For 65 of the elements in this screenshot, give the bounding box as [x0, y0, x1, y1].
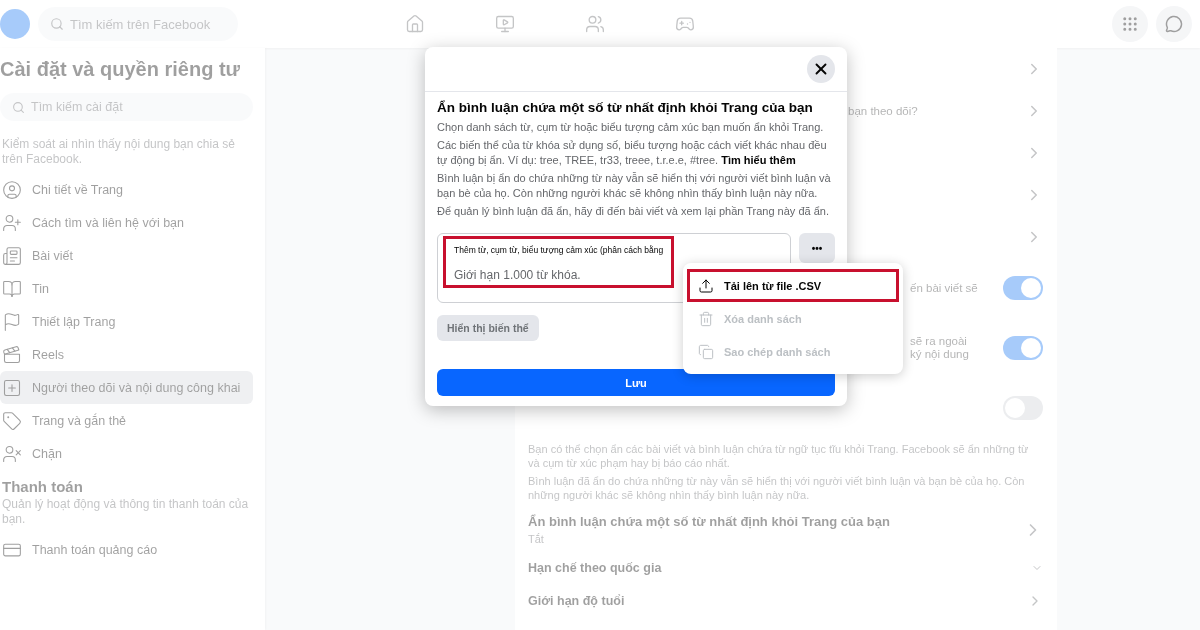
menu-item[interactable]: Tải lên từ file .CSV — [687, 269, 899, 302]
grid-icon — [1121, 15, 1139, 33]
item-icon — [2, 344, 22, 365]
settings-title: Cài đặt và quyền riêng tư — [0, 57, 242, 81]
item-label: Người theo dõi và nội dung công khai — [32, 380, 241, 395]
upload-icon — [698, 277, 714, 294]
search-icon — [12, 100, 25, 114]
dialog-paragraph: Để quản lý bình luận đã ẩn, hãy đi đến bài viết và xem lại phần Trang này đã ẩn. — [437, 204, 830, 219]
video-icon[interactable] — [495, 14, 515, 34]
sidebar-item[interactable]: Người theo dõi và nội dung công khai — [0, 371, 253, 404]
learn-more-link[interactable]: Tìm hiểu thêm — [721, 154, 796, 166]
item-label: Chặn — [32, 446, 62, 461]
item-icon — [2, 377, 22, 398]
sidebar-item[interactable]: Trang và gắn thẻ — [0, 404, 253, 437]
item-icon — [2, 410, 22, 431]
item-label: Thiết lập Trang — [32, 314, 116, 329]
more-button[interactable]: ••• — [799, 233, 835, 263]
item-label: Chi tiết về Trang — [32, 182, 123, 197]
item-label: Reels — [32, 347, 64, 362]
sidebar-item[interactable]: Tin — [0, 272, 253, 305]
item-icon — [2, 278, 22, 299]
sidebar-item[interactable]: Cách tìm và liên hệ với bạn — [0, 206, 253, 239]
item-icon — [2, 311, 22, 332]
sidebar-item[interactable]: Thiết lập Trang — [0, 305, 253, 338]
dialog-paragraph: Các biến thể của từ khóa sử dụng số, biểu tượng hoặc cách viết khác nhau đều tự động bị ẩn. Ví dụ: tree, TREE, tr33, treee, t.r.e.e, #tree. Tìm hiểu thêm — [437, 138, 828, 168]
dialog-paragraph: Bình luận bị ẩn do chứa những từ này vẫn sẽ hiển thị với người viết bình luận và bạn bè của họ. Còn những người khác sẽ không nhìn thấy bình luận này nữa. — [437, 171, 832, 201]
item-label: Tin — [32, 281, 49, 296]
sidebar-item[interactable]: Bài viết — [0, 239, 253, 272]
toggle-switch[interactable] — [1003, 276, 1043, 300]
item-icon — [2, 212, 22, 233]
item-label: Trang và gắn thẻ — [32, 413, 127, 428]
menu-button[interactable] — [1112, 6, 1148, 42]
item-icon — [2, 245, 22, 266]
sidebar-item[interactable]: Thanh toán quảng cáo — [0, 533, 253, 566]
sidebar-item[interactable]: Reels — [0, 338, 253, 371]
dialog-paragraph: Chọn danh sách từ, cụm từ hoặc biểu tượng cảm xúc bạn muốn ẩn khỏi Trang. — [437, 120, 825, 135]
close-button[interactable] — [807, 55, 835, 83]
item-icon — [2, 443, 22, 464]
section-description: Kiểm soát ai nhìn thấy nội dung bạn chia sẻ trên Facebook. — [1, 136, 236, 168]
setting-value: Tắt — [528, 533, 545, 545]
sidebar-item[interactable]: Chi tiết về Trang — [0, 173, 253, 206]
setting-title: Ẩn bình luận chứa một số từ nhất định khỏi Trang của bạn — [528, 514, 890, 529]
section-title: Hạn chế theo quốc gia — [528, 561, 662, 575]
setting-text: sẽ ra ngoài ký nội dung — [910, 335, 969, 361]
dialog-title: Ẩn bình luận chứa một số từ nhất định khỏi Trang của bạn — [437, 100, 814, 115]
group-icon[interactable] — [585, 14, 605, 34]
keyword-input[interactable]: Giới hạn 1.000 từ khóa. — [454, 268, 664, 282]
item-icon — [2, 179, 22, 200]
setting-text: bạn theo dõi? — [848, 104, 918, 118]
trash-icon — [698, 310, 714, 327]
search-icon — [50, 17, 64, 31]
field-label: Thêm từ, cụm từ, biểu tượng cảm xúc (phân cách bằng — [454, 245, 664, 256]
home-icon[interactable] — [405, 14, 425, 34]
item-label: Thanh toán quảng cáo — [32, 542, 158, 557]
item-label: Bài viết — [32, 248, 73, 263]
save-button[interactable]: Lưu — [437, 369, 835, 396]
copy-icon — [698, 343, 714, 360]
section-heading: Thanh toán — [1, 477, 84, 495]
item-label: Cách tìm và liên hệ với bạn — [32, 215, 185, 230]
messenger-button[interactable] — [1156, 6, 1192, 42]
sidebar-item[interactable]: Chặn — [0, 437, 253, 470]
setting-text: ến bài viết sẽ — [910, 281, 978, 295]
toggle-switch[interactable] — [1003, 336, 1043, 360]
section-title: Giới hạn độ tuổi — [528, 594, 625, 608]
chat-bubble-icon — [1165, 15, 1183, 33]
